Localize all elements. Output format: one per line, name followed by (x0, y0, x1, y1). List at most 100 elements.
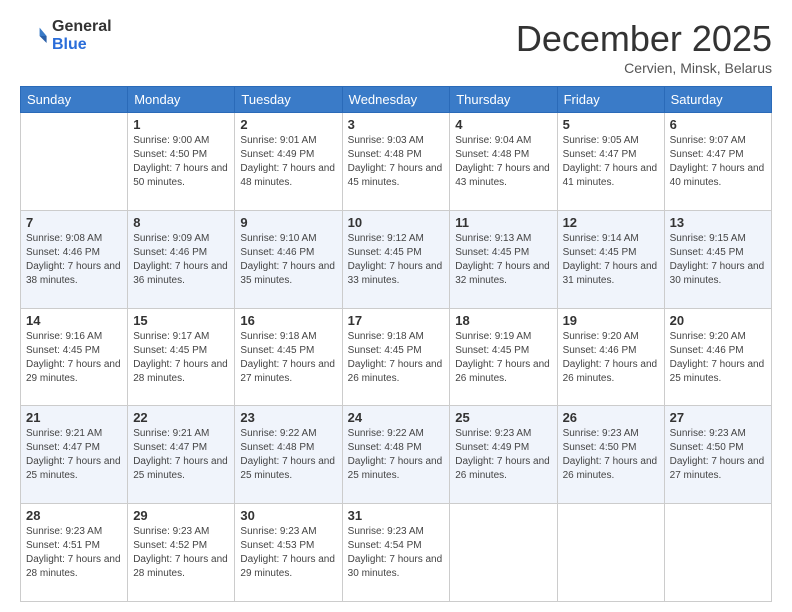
daylight-text: Daylight: 7 hours and 29 minutes. (240, 554, 335, 579)
table-row: 9 Sunrise: 9:10 AM Sunset: 4:46 PM Dayli… (235, 210, 342, 308)
table-row: 25 Sunrise: 9:23 AM Sunset: 4:49 PM Dayl… (450, 406, 557, 504)
sunset-text: Sunset: 4:45 PM (26, 345, 100, 356)
day-number: 30 (240, 508, 336, 523)
day-number: 8 (133, 215, 229, 230)
sunrise-text: Sunrise: 9:23 AM (240, 526, 316, 537)
day-number: 1 (133, 117, 229, 132)
daylight-text: Daylight: 7 hours and 26 minutes. (563, 456, 658, 481)
sunrise-text: Sunrise: 9:14 AM (563, 233, 639, 244)
sunset-text: Sunset: 4:47 PM (133, 442, 207, 453)
sunset-text: Sunset: 4:45 PM (563, 247, 637, 258)
day-details: Sunrise: 9:08 AM Sunset: 4:46 PM Dayligh… (26, 232, 122, 288)
sunrise-text: Sunrise: 9:19 AM (455, 331, 531, 342)
sunset-text: Sunset: 4:51 PM (26, 540, 100, 551)
day-number: 29 (133, 508, 229, 523)
daylight-text: Daylight: 7 hours and 33 minutes. (348, 261, 443, 286)
day-number: 16 (240, 313, 336, 328)
day-details: Sunrise: 9:10 AM Sunset: 4:46 PM Dayligh… (240, 232, 336, 288)
daylight-text: Daylight: 7 hours and 27 minutes. (670, 456, 765, 481)
sunset-text: Sunset: 4:49 PM (240, 149, 314, 160)
day-details: Sunrise: 9:09 AM Sunset: 4:46 PM Dayligh… (133, 232, 229, 288)
month-year-title: December 2025 (516, 18, 772, 60)
day-number: 17 (348, 313, 445, 328)
sunrise-text: Sunrise: 9:09 AM (133, 233, 209, 244)
table-row: 18 Sunrise: 9:19 AM Sunset: 4:45 PM Dayl… (450, 308, 557, 406)
sunset-text: Sunset: 4:45 PM (455, 345, 529, 356)
day-details: Sunrise: 9:18 AM Sunset: 4:45 PM Dayligh… (240, 330, 336, 386)
table-row (21, 113, 128, 211)
day-details: Sunrise: 9:21 AM Sunset: 4:47 PM Dayligh… (133, 427, 229, 483)
table-row: 30 Sunrise: 9:23 AM Sunset: 4:53 PM Dayl… (235, 504, 342, 602)
day-details: Sunrise: 9:03 AM Sunset: 4:48 PM Dayligh… (348, 134, 445, 190)
sunset-text: Sunset: 4:45 PM (348, 247, 422, 258)
table-row: 10 Sunrise: 9:12 AM Sunset: 4:45 PM Dayl… (342, 210, 450, 308)
day-number: 7 (26, 215, 122, 230)
day-details: Sunrise: 9:05 AM Sunset: 4:47 PM Dayligh… (563, 134, 659, 190)
day-number: 11 (455, 215, 551, 230)
sunrise-text: Sunrise: 9:23 AM (563, 428, 639, 439)
sunrise-text: Sunrise: 9:18 AM (348, 331, 424, 342)
sunset-text: Sunset: 4:48 PM (348, 149, 422, 160)
sunset-text: Sunset: 4:50 PM (563, 442, 637, 453)
daylight-text: Daylight: 7 hours and 28 minutes. (133, 554, 228, 579)
page: General Blue December 2025 Cervien, Mins… (0, 0, 792, 612)
daylight-text: Daylight: 7 hours and 26 minutes. (563, 359, 658, 384)
sunrise-text: Sunrise: 9:22 AM (348, 428, 424, 439)
day-number: 3 (348, 117, 445, 132)
sunset-text: Sunset: 4:54 PM (348, 540, 422, 551)
sunset-text: Sunset: 4:46 PM (26, 247, 100, 258)
sunrise-text: Sunrise: 9:23 AM (455, 428, 531, 439)
sunrise-text: Sunrise: 9:08 AM (26, 233, 102, 244)
table-row: 26 Sunrise: 9:23 AM Sunset: 4:50 PM Dayl… (557, 406, 664, 504)
table-row: 31 Sunrise: 9:23 AM Sunset: 4:54 PM Dayl… (342, 504, 450, 602)
day-details: Sunrise: 9:23 AM Sunset: 4:50 PM Dayligh… (670, 427, 766, 483)
day-details: Sunrise: 9:12 AM Sunset: 4:45 PM Dayligh… (348, 232, 445, 288)
table-row (450, 504, 557, 602)
calendar-week-row: 7 Sunrise: 9:08 AM Sunset: 4:46 PM Dayli… (21, 210, 772, 308)
header-saturday: Saturday (664, 87, 771, 113)
sunrise-text: Sunrise: 9:22 AM (240, 428, 316, 439)
header-tuesday: Tuesday (235, 87, 342, 113)
header-friday: Friday (557, 87, 664, 113)
sunrise-text: Sunrise: 9:20 AM (563, 331, 639, 342)
table-row: 14 Sunrise: 9:16 AM Sunset: 4:45 PM Dayl… (21, 308, 128, 406)
table-row: 4 Sunrise: 9:04 AM Sunset: 4:48 PM Dayli… (450, 113, 557, 211)
sunset-text: Sunset: 4:46 PM (563, 345, 637, 356)
day-number: 24 (348, 410, 445, 425)
sunrise-text: Sunrise: 9:21 AM (26, 428, 102, 439)
daylight-text: Daylight: 7 hours and 50 minutes. (133, 163, 228, 188)
sunset-text: Sunset: 4:45 PM (348, 345, 422, 356)
daylight-text: Daylight: 7 hours and 26 minutes. (455, 359, 550, 384)
daylight-text: Daylight: 7 hours and 27 minutes. (240, 359, 335, 384)
day-number: 10 (348, 215, 445, 230)
sunrise-text: Sunrise: 9:07 AM (670, 135, 746, 146)
header-sunday: Sunday (21, 87, 128, 113)
table-row: 8 Sunrise: 9:09 AM Sunset: 4:46 PM Dayli… (128, 210, 235, 308)
table-row: 13 Sunrise: 9:15 AM Sunset: 4:45 PM Dayl… (664, 210, 771, 308)
sunrise-text: Sunrise: 9:23 AM (348, 526, 424, 537)
day-number: 23 (240, 410, 336, 425)
daylight-text: Daylight: 7 hours and 30 minutes. (670, 261, 765, 286)
day-details: Sunrise: 9:17 AM Sunset: 4:45 PM Dayligh… (133, 330, 229, 386)
day-details: Sunrise: 9:23 AM Sunset: 4:52 PM Dayligh… (133, 525, 229, 581)
daylight-text: Daylight: 7 hours and 25 minutes. (348, 456, 443, 481)
day-details: Sunrise: 9:21 AM Sunset: 4:47 PM Dayligh… (26, 427, 122, 483)
sunset-text: Sunset: 4:45 PM (240, 345, 314, 356)
day-number: 21 (26, 410, 122, 425)
daylight-text: Daylight: 7 hours and 28 minutes. (133, 359, 228, 384)
table-row (664, 504, 771, 602)
table-row: 23 Sunrise: 9:22 AM Sunset: 4:48 PM Dayl… (235, 406, 342, 504)
day-details: Sunrise: 9:22 AM Sunset: 4:48 PM Dayligh… (240, 427, 336, 483)
sunrise-text: Sunrise: 9:05 AM (563, 135, 639, 146)
sunrise-text: Sunrise: 9:23 AM (133, 526, 209, 537)
sunset-text: Sunset: 4:48 PM (240, 442, 314, 453)
daylight-text: Daylight: 7 hours and 25 minutes. (240, 456, 335, 481)
sunset-text: Sunset: 4:48 PM (348, 442, 422, 453)
sunrise-text: Sunrise: 9:21 AM (133, 428, 209, 439)
sunset-text: Sunset: 4:46 PM (670, 345, 744, 356)
sunset-text: Sunset: 4:49 PM (455, 442, 529, 453)
sunrise-text: Sunrise: 9:03 AM (348, 135, 424, 146)
calendar-week-row: 21 Sunrise: 9:21 AM Sunset: 4:47 PM Dayl… (21, 406, 772, 504)
table-row: 20 Sunrise: 9:20 AM Sunset: 4:46 PM Dayl… (664, 308, 771, 406)
day-number: 22 (133, 410, 229, 425)
